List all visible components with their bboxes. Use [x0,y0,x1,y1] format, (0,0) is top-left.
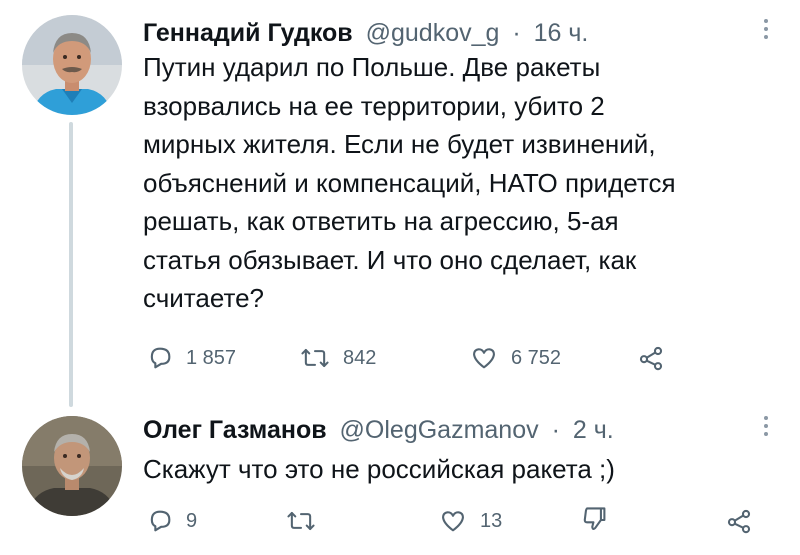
retweet-icon [287,511,315,531]
dislike-button[interactable] [580,505,608,535]
display-name[interactable]: Геннадий Гудков [143,19,353,47]
timestamp[interactable]: 16 ч. [534,19,589,47]
share-icon [727,509,751,534]
thread-line [69,122,73,407]
reply-icon [150,347,171,369]
tweet-header: Олег Газманов @OlegGazmanov · 2 ч. [143,415,614,445]
more-icon[interactable] [756,411,776,441]
tweet-text: Путин ударил по Польше. Две ракеты взорв… [143,52,676,313]
tweet-header: Геннадий Гудков @gudkov_g · 16 ч. [143,18,588,48]
like-icon [473,348,495,369]
display-name[interactable]: Олег Газманов [143,416,327,444]
tweet-text: Скажут что это не российская ракета ;) [143,454,615,484]
more-icon[interactable] [756,14,776,44]
timestamp[interactable]: 2 ч. [573,416,614,444]
retweet-button[interactable]: 842 [299,344,376,372]
like-count: 6 752 [511,346,562,369]
like-icon [442,511,464,532]
reply-count: 1 857 [186,346,237,369]
avatar-gazmanov[interactable] [22,416,122,516]
reply-button[interactable]: 1 857 [146,344,236,372]
separator: · [512,19,521,47]
share-button[interactable] [636,344,666,372]
handle[interactable]: @OlegGazmanov [340,416,539,444]
retweet-count: 842 [343,346,377,369]
retweet-button[interactable] [285,507,317,535]
thumbs-down-icon [583,507,606,531]
separator: · [551,416,560,444]
reply-icon [150,510,171,532]
like-button[interactable]: 13 [438,507,502,535]
retweet-icon [301,348,329,368]
share-button[interactable] [724,507,754,535]
reply-count: 9 [186,509,198,532]
like-count: 13 [480,509,503,532]
avatar-gudkov[interactable] [22,15,122,115]
like-button[interactable]: 6 752 [469,344,561,372]
reply-button[interactable]: 9 [146,507,197,535]
handle[interactable]: @gudkov_g [366,19,500,47]
share-icon [639,346,663,371]
